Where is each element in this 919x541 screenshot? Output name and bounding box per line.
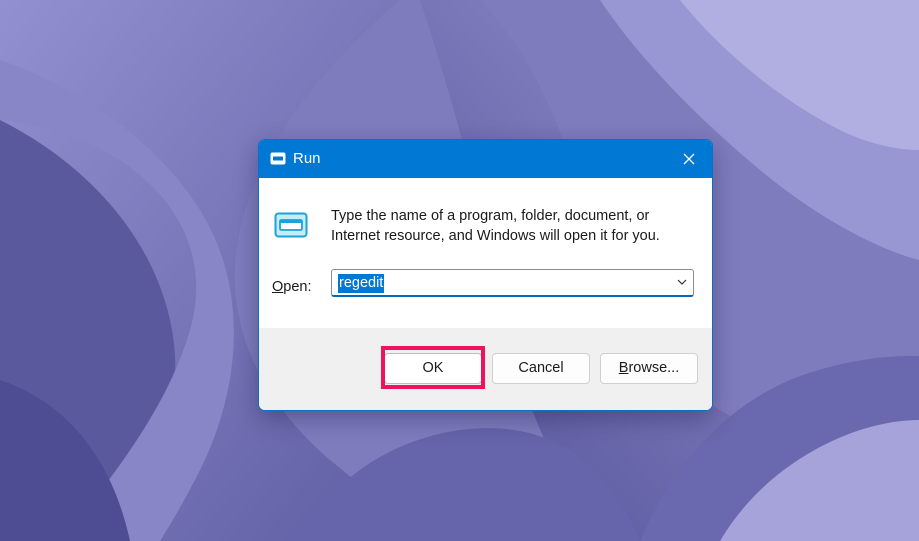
- open-label: Open:: [272, 278, 312, 296]
- chevron-down-icon[interactable]: [677, 279, 687, 286]
- run-program-icon: [274, 212, 308, 238]
- open-input-value[interactable]: regedit: [338, 274, 385, 293]
- run-dialog: Run Type the name of a program, folder, …: [258, 139, 713, 411]
- close-button[interactable]: [666, 140, 712, 178]
- ok-button[interactable]: OK: [384, 353, 482, 384]
- close-icon: [683, 153, 695, 165]
- cancel-button[interactable]: Cancel: [492, 353, 590, 384]
- open-label-text: pen:: [283, 279, 312, 295]
- open-label-mnemonic: O: [272, 279, 284, 295]
- browse-label-text: rowse...: [628, 360, 680, 376]
- browse-button[interactable]: Browse...: [600, 353, 698, 384]
- run-app-icon: [270, 152, 286, 165]
- dialog-body: Type the name of a program, folder, docu…: [259, 178, 712, 328]
- desktop-wallpaper: Run Type the name of a program, folder, …: [0, 0, 919, 541]
- browse-mnemonic: B: [618, 360, 629, 376]
- open-combobox[interactable]: regedit: [331, 269, 694, 297]
- dialog-footer: OK Cancel Browse...: [259, 328, 712, 410]
- dialog-description: Type the name of a program, folder, docu…: [331, 208, 660, 244]
- window-title: Run: [293, 150, 321, 167]
- title-bar[interactable]: Run: [259, 140, 712, 178]
